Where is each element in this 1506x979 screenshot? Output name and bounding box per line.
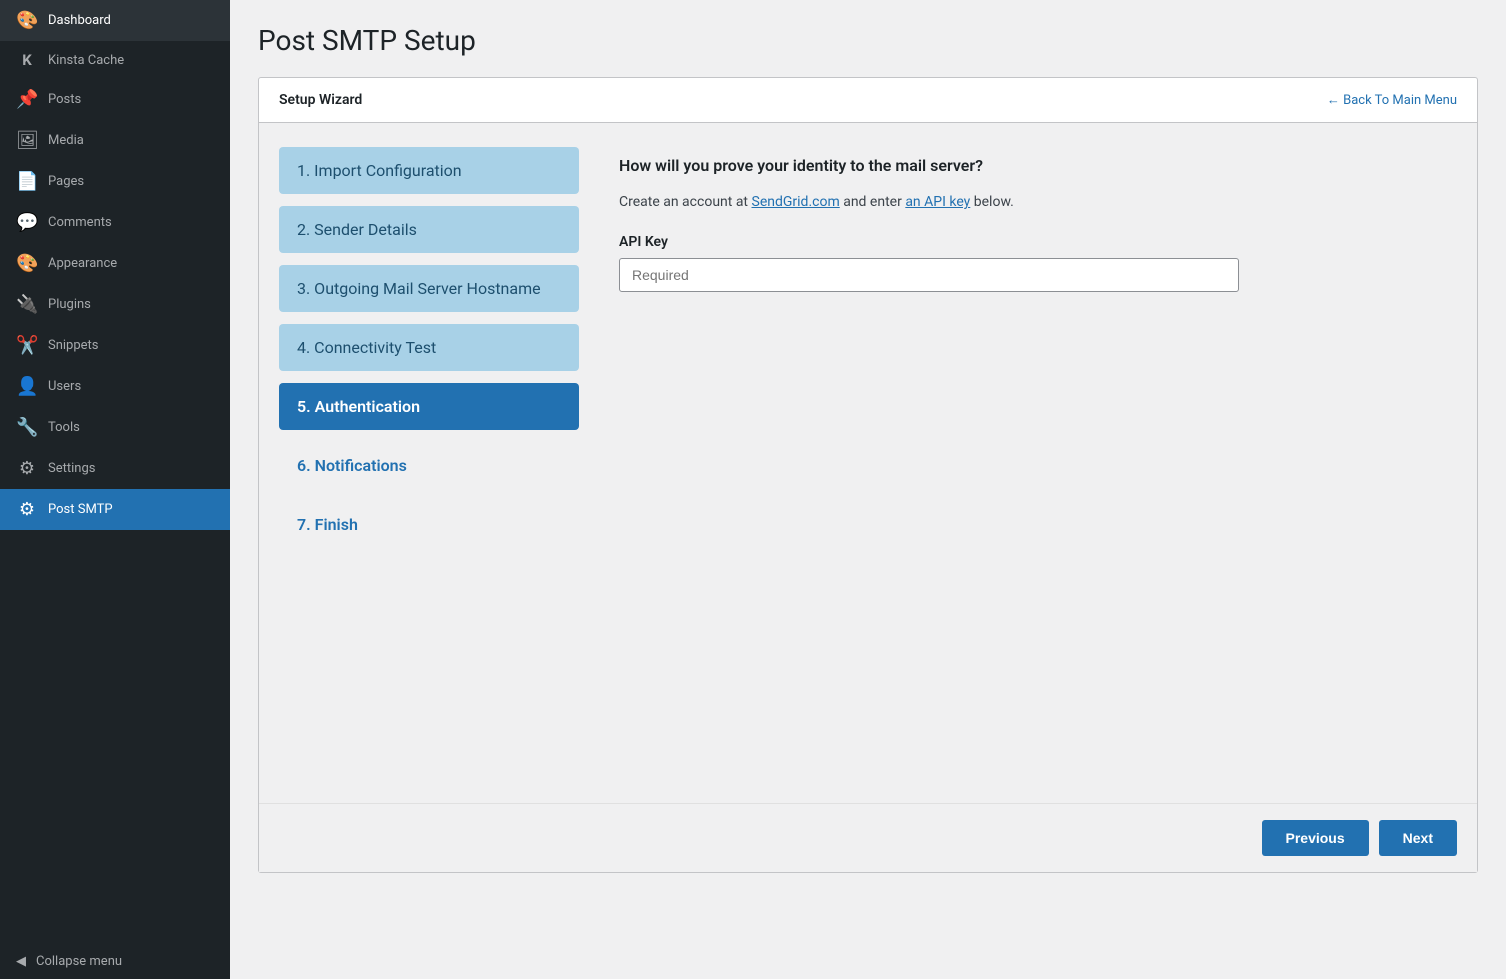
- sidebar-label: Media: [48, 133, 84, 148]
- collapse-label: Collapse menu: [36, 954, 122, 969]
- sidebar-label: Appearance: [48, 256, 117, 271]
- sidebar-item-settings[interactable]: ⚙ Settings: [0, 448, 230, 489]
- step-5[interactable]: 5. Authentication: [279, 383, 579, 430]
- step-3[interactable]: 3. Outgoing Mail Server Hostname: [279, 265, 579, 312]
- appearance-icon: 🎨: [16, 253, 38, 274]
- step-description: Create an account at SendGrid.com and en…: [619, 191, 1457, 213]
- posts-icon: 📌: [16, 89, 38, 110]
- sidebar-label: Plugins: [48, 297, 91, 312]
- step-7-label: 7. Finish: [297, 515, 358, 534]
- step-7[interactable]: 7. Finish: [279, 501, 579, 548]
- sidebar-label: Posts: [48, 92, 81, 107]
- sidebar-item-dashboard[interactable]: 🎨 Dashboard: [0, 0, 230, 41]
- wizard-footer: Previous Next: [259, 803, 1477, 872]
- sidebar-item-plugins[interactable]: 🔌 Plugins: [0, 284, 230, 325]
- step-content-panel: How will you prove your identity to the …: [619, 147, 1457, 779]
- sidebar-label: Comments: [48, 215, 112, 230]
- sidebar-label: Users: [48, 379, 81, 394]
- api-key-label: API Key: [619, 234, 1457, 250]
- comments-icon: 💬: [16, 212, 38, 233]
- tools-icon: 🔧: [16, 417, 38, 438]
- sidebar-label: Post SMTP: [48, 502, 113, 517]
- step-5-label: 5. Authentication: [297, 397, 420, 416]
- dashboard-icon: 🎨: [16, 10, 38, 31]
- previous-button[interactable]: Previous: [1262, 820, 1369, 856]
- sidebar-item-tools[interactable]: 🔧 Tools: [0, 407, 230, 448]
- sidebar-label: Snippets: [48, 338, 99, 353]
- next-button[interactable]: Next: [1379, 820, 1457, 856]
- sendgrid-link[interactable]: SendGrid.com: [752, 194, 840, 210]
- collapse-icon: ◀: [16, 954, 26, 969]
- sidebar-label: Pages: [48, 174, 84, 189]
- step-4[interactable]: 4. Connectivity Test: [279, 324, 579, 371]
- step-2-label: 2. Sender Details: [297, 220, 417, 239]
- wizard-body: 1. Import Configuration 2. Sender Detail…: [259, 123, 1477, 803]
- back-to-main-menu-link[interactable]: ← Back To Main Menu: [1327, 92, 1457, 108]
- plugins-icon: 🔌: [16, 294, 38, 315]
- sidebar-item-posts[interactable]: 📌 Posts: [0, 79, 230, 120]
- sidebar-item-appearance[interactable]: 🎨 Appearance: [0, 243, 230, 284]
- description-middle: and enter: [840, 194, 906, 210]
- back-link-label: Back To Main Menu: [1343, 93, 1457, 108]
- sidebar-item-kinsta-cache[interactable]: K Kinsta Cache: [0, 41, 230, 79]
- api-key-input[interactable]: [619, 258, 1239, 292]
- media-icon: 🖼: [16, 130, 38, 151]
- kinsta-icon: K: [16, 51, 38, 69]
- setup-wizard-card: Setup Wizard ← Back To Main Menu 1. Impo…: [258, 77, 1478, 873]
- step-1-label: 1. Import Configuration: [297, 161, 462, 180]
- step-2[interactable]: 2. Sender Details: [279, 206, 579, 253]
- steps-list: 1. Import Configuration 2. Sender Detail…: [279, 147, 579, 779]
- description-prefix: Create an account at: [619, 194, 752, 210]
- step-6-label: 6. Notifications: [297, 456, 407, 475]
- sidebar-item-snippets[interactable]: ✂️ Snippets: [0, 325, 230, 366]
- users-icon: 👤: [16, 376, 38, 397]
- step-question: How will you prove your identity to the …: [619, 155, 1457, 177]
- main-content: Post SMTP Setup Setup Wizard ← Back To M…: [230, 0, 1506, 979]
- sidebar-item-post-smtp[interactable]: ⚙ Post SMTP: [0, 489, 230, 530]
- card-header: Setup Wizard ← Back To Main Menu: [259, 78, 1477, 123]
- step-3-label: 3. Outgoing Mail Server Hostname: [297, 279, 541, 298]
- collapse-menu[interactable]: ◀ Collapse menu: [0, 944, 230, 979]
- pages-icon: 📄: [16, 171, 38, 192]
- back-arrow-icon: ←: [1327, 93, 1340, 108]
- page-title: Post SMTP Setup: [258, 24, 1478, 57]
- post-smtp-icon: ⚙: [16, 499, 38, 520]
- card-header-title: Setup Wizard: [279, 92, 362, 108]
- step-1[interactable]: 1. Import Configuration: [279, 147, 579, 194]
- description-suffix: below.: [970, 194, 1014, 210]
- sidebar-label: Dashboard: [48, 13, 111, 28]
- sidebar-label: Tools: [48, 420, 80, 435]
- sidebar-label: Settings: [48, 461, 95, 476]
- api-key-link[interactable]: an API key: [905, 194, 970, 210]
- sidebar-item-users[interactable]: 👤 Users: [0, 366, 230, 407]
- sidebar-item-media[interactable]: 🖼 Media: [0, 120, 230, 161]
- step-6[interactable]: 6. Notifications: [279, 442, 579, 489]
- sidebar-label: Kinsta Cache: [48, 53, 124, 68]
- snippets-icon: ✂️: [16, 335, 38, 356]
- sidebar-item-comments[interactable]: 💬 Comments: [0, 202, 230, 243]
- step-4-label: 4. Connectivity Test: [297, 338, 436, 357]
- settings-icon: ⚙: [16, 458, 38, 479]
- sidebar: 🎨 Dashboard K Kinsta Cache 📌 Posts 🖼 Med…: [0, 0, 230, 979]
- sidebar-item-pages[interactable]: 📄 Pages: [0, 161, 230, 202]
